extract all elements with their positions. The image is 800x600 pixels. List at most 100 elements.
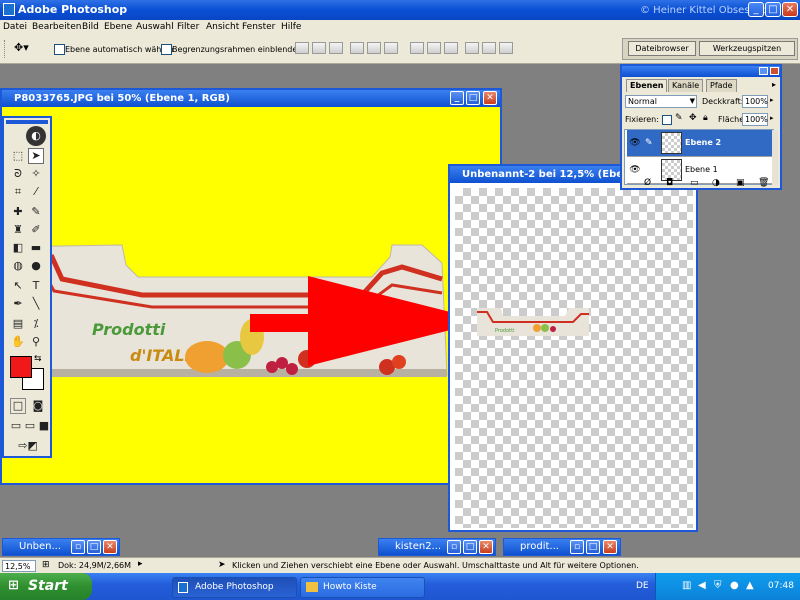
- fill-arrow-icon[interactable]: ▸: [770, 114, 774, 122]
- toolbox-title-bar[interactable]: [6, 120, 48, 124]
- palette-minimize-button[interactable]: [759, 67, 768, 75]
- line-tool-icon[interactable]: ╲: [28, 296, 44, 312]
- dodge-tool-icon[interactable]: ●: [28, 258, 44, 274]
- lock-transparency-checkbox[interactable]: [662, 115, 672, 125]
- lock-image-icon[interactable]: ✎: [675, 113, 683, 123]
- minimized-window-1[interactable]: Unben... ▫ □ ✕: [2, 538, 120, 556]
- security-icon[interactable]: ⛨: [714, 580, 722, 591]
- doc-close-button[interactable]: ✕: [483, 91, 497, 105]
- start-button[interactable]: ⊞ Start: [0, 573, 92, 600]
- blur-tool-icon[interactable]: ◍: [10, 258, 26, 274]
- menu-fenster[interactable]: Fenster: [242, 22, 275, 32]
- layer-set-icon[interactable]: ▭: [690, 178, 699, 188]
- tab-layers[interactable]: Ebenen: [626, 79, 668, 92]
- maximize-button[interactable]: □: [463, 540, 477, 554]
- zoom-tool-icon[interactable]: ⚲: [28, 334, 44, 350]
- restore-button[interactable]: ▫: [570, 540, 584, 554]
- menu-hilfe[interactable]: Hilfe: [281, 22, 301, 32]
- eraser-tool-icon[interactable]: ◧: [10, 240, 26, 256]
- restore-button[interactable]: ▫: [447, 540, 461, 554]
- bounding-box-checkbox[interactable]: [161, 44, 172, 55]
- document2-canvas[interactable]: Prodotti: [455, 188, 693, 528]
- update-icon[interactable]: ▲: [746, 580, 754, 591]
- opacity-arrow-icon[interactable]: ▸: [770, 96, 774, 104]
- maximize-button[interactable]: □: [87, 540, 101, 554]
- fill-input[interactable]: 100%: [742, 113, 768, 126]
- jump-to-imageready-icon[interactable]: ⇨◩: [10, 438, 46, 454]
- new-layer-icon[interactable]: ▣: [736, 178, 745, 188]
- layers-palette-title-bar[interactable]: [622, 66, 780, 77]
- move-tool-icon[interactable]: ➤: [28, 148, 44, 164]
- adobe-online-icon[interactable]: ◐: [26, 126, 46, 146]
- palette-close-button[interactable]: [770, 67, 779, 75]
- tab-channels[interactable]: Kanäle: [668, 79, 704, 92]
- foreground-color-swatch[interactable]: [10, 356, 32, 378]
- pen-tool-icon[interactable]: ✒: [10, 296, 26, 312]
- document-title-bar[interactable]: P8033765.JPG bei 50% (Ebene 1, RGB) _ □ …: [2, 90, 500, 107]
- eyedropper-tool-icon[interactable]: ⁒: [28, 316, 44, 332]
- menu-bild[interactable]: Bild: [82, 22, 99, 32]
- file-browser-tab[interactable]: Dateibrowser: [628, 41, 696, 56]
- screen-mode-full-icon[interactable]: ■: [36, 418, 52, 434]
- opacity-input[interactable]: 100%: [742, 95, 768, 108]
- taskbar-app-howto[interactable]: Howto Kiste: [300, 577, 425, 598]
- distribute-top-icon[interactable]: [410, 42, 424, 54]
- status-arrow-icon[interactable]: ▸: [138, 559, 143, 569]
- lock-position-icon[interactable]: ✥: [689, 113, 697, 123]
- marquee-tool-icon[interactable]: ⬚: [10, 148, 26, 164]
- trash-icon[interactable]: 🗑︎: [758, 178, 769, 188]
- align-top-icon[interactable]: [295, 42, 309, 54]
- volume-icon[interactable]: ◀︎: [698, 580, 706, 591]
- layer-row-ebene-2[interactable]: 👁︎ ✎ Ebene 2: [627, 130, 777, 157]
- menu-datei[interactable]: Datei: [3, 22, 27, 32]
- distribute-vcenter-icon[interactable]: [427, 42, 441, 54]
- eye-icon[interactable]: 👁︎: [629, 165, 641, 175]
- align-left-icon[interactable]: [350, 42, 364, 54]
- minimized-window-2[interactable]: kisten2... ▫ □ ✕: [378, 538, 496, 556]
- align-vcenter-icon[interactable]: [312, 42, 326, 54]
- close-button[interactable]: ✕: [103, 540, 117, 554]
- align-bottom-icon[interactable]: [329, 42, 343, 54]
- lasso-tool-icon[interactable]: ᘐ: [10, 166, 26, 182]
- align-right-icon[interactable]: [384, 42, 398, 54]
- adjustment-layer-icon[interactable]: ◑: [712, 178, 720, 188]
- distribute-right-icon[interactable]: [499, 42, 513, 54]
- menu-filter[interactable]: Filter: [177, 22, 199, 32]
- healing-brush-tool-icon[interactable]: ✚: [10, 204, 26, 220]
- swap-colors-icon[interactable]: ⇆: [34, 354, 42, 364]
- options-grip[interactable]: [4, 40, 8, 58]
- menu-auswahl[interactable]: Auswahl: [136, 22, 174, 32]
- layer-list-scrollbar[interactable]: [772, 130, 778, 185]
- blend-mode-select[interactable]: Normal ▼: [625, 95, 697, 108]
- zoom-level-input[interactable]: 12,5%: [2, 560, 36, 572]
- app-title-bar[interactable]: Adobe Photoshop © Heiner Kittel Obsessed…: [0, 0, 800, 20]
- distribute-bottom-icon[interactable]: [444, 42, 458, 54]
- doc-minimize-button[interactable]: _: [450, 91, 464, 105]
- menu-bearbeiten[interactable]: Bearbeiten: [32, 22, 81, 32]
- menu-ebene[interactable]: Ebene: [104, 22, 132, 32]
- minimized-window-3[interactable]: prodit... ▫ □ ✕: [503, 538, 621, 556]
- distribute-left-icon[interactable]: [465, 42, 479, 54]
- move-tool-preset-icon[interactable]: ✥▾: [14, 41, 42, 56]
- history-brush-tool-icon[interactable]: ✐: [28, 222, 44, 238]
- layer-style-icon[interactable]: Ø: [644, 178, 651, 188]
- eye-icon[interactable]: 👁︎: [629, 138, 641, 148]
- type-tool-icon[interactable]: T: [28, 278, 44, 294]
- network-icon[interactable]: ▥: [682, 580, 691, 591]
- maximize-button[interactable]: □: [765, 2, 781, 17]
- close-button[interactable]: ✕: [603, 540, 617, 554]
- gradient-tool-icon[interactable]: ▬: [28, 240, 44, 256]
- lock-all-icon[interactable]: 🔒︎: [703, 113, 708, 123]
- standard-mode-icon[interactable]: □: [10, 398, 26, 414]
- notes-tool-icon[interactable]: ▤: [10, 316, 26, 332]
- magic-wand-tool-icon[interactable]: ✧: [28, 166, 44, 182]
- layer-brush-link-icon[interactable]: ✎: [645, 138, 653, 148]
- close-button[interactable]: ✕: [479, 540, 493, 554]
- minimize-button[interactable]: _: [748, 2, 764, 17]
- slice-tool-icon[interactable]: ⁄: [28, 184, 44, 200]
- doc-maximize-button[interactable]: □: [466, 91, 480, 105]
- quickmask-mode-icon[interactable]: ◙: [30, 398, 46, 414]
- tab-paths[interactable]: Pfade: [706, 79, 737, 92]
- auto-select-checkbox[interactable]: [54, 44, 65, 55]
- tool-presets-tab[interactable]: Werkzeugspitzen: [699, 41, 795, 56]
